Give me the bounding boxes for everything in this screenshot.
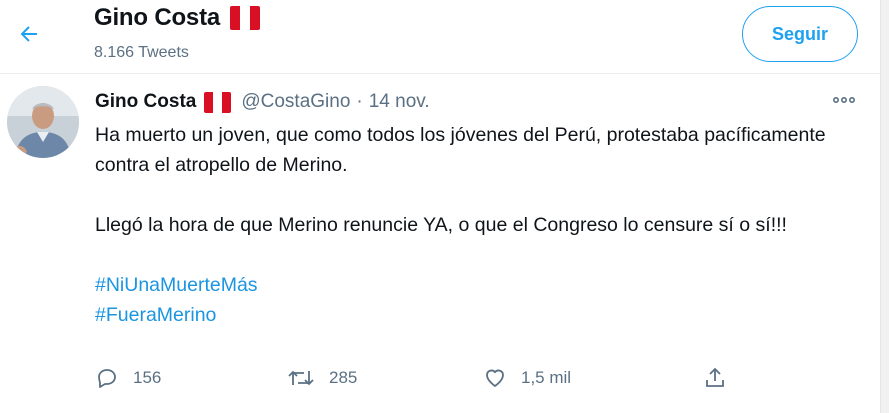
like-button[interactable]: 1,5 mil bbox=[483, 366, 571, 390]
more-horizontal-icon bbox=[832, 96, 855, 104]
author-name[interactable]: Gino Costa bbox=[95, 91, 196, 113]
like-count: 1,5 mil bbox=[521, 368, 572, 387]
hashtag-link[interactable]: #FueraMerino bbox=[95, 300, 855, 330]
reply-button[interactable]: 156 bbox=[95, 366, 161, 390]
separator-dot: · bbox=[356, 91, 363, 112]
retweet-icon bbox=[288, 370, 314, 386]
tweet-paragraph-1: Ha muerto un joven, que como todos los j… bbox=[95, 124, 826, 176]
follow-button[interactable]: Seguir bbox=[742, 6, 858, 62]
reply-icon bbox=[98, 369, 116, 388]
hashtag-link[interactable]: #NiUnaMuerteMás bbox=[95, 270, 855, 300]
heart-icon bbox=[486, 369, 504, 387]
retweet-button[interactable]: 285 bbox=[287, 366, 357, 390]
avatar-photo-icon bbox=[7, 86, 79, 158]
tweet-header: Gino Costa @CostaGino · 14 nov. bbox=[95, 91, 430, 113]
reply-count: 156 bbox=[133, 368, 162, 387]
profile-name: Gino Costa bbox=[94, 4, 221, 31]
avatar[interactable] bbox=[7, 86, 79, 158]
tweet-date[interactable]: 14 nov. bbox=[369, 91, 430, 113]
share-button[interactable] bbox=[703, 366, 727, 390]
arrow-left-icon bbox=[20, 26, 37, 42]
back-button[interactable] bbox=[10, 15, 48, 53]
tweet[interactable]: Gino Costa @CostaGino · 14 nov. Ha muert… bbox=[0, 74, 880, 413]
tweet-text: Ha muerto un joven, que como todos los j… bbox=[95, 120, 855, 330]
tweet-actions: 156 285 1,5 mil bbox=[95, 366, 855, 396]
tweet-count: 8.166 Tweets bbox=[94, 44, 189, 61]
share-icon bbox=[706, 367, 724, 387]
author-handle[interactable]: @CostaGino bbox=[241, 91, 350, 113]
peru-flag-icon bbox=[230, 6, 261, 30]
more-options-button[interactable] bbox=[826, 88, 862, 112]
profile-title: Gino Costa bbox=[94, 4, 261, 32]
profile-header: Gino Costa 8.166 Tweets Seguir bbox=[0, 0, 880, 74]
tweet-paragraph-2: Llegó la hora de que Merino renuncie YA,… bbox=[95, 214, 787, 236]
scrollbar[interactable] bbox=[880, 0, 889, 413]
retweet-count: 285 bbox=[329, 368, 358, 387]
peru-flag-icon bbox=[204, 91, 232, 113]
